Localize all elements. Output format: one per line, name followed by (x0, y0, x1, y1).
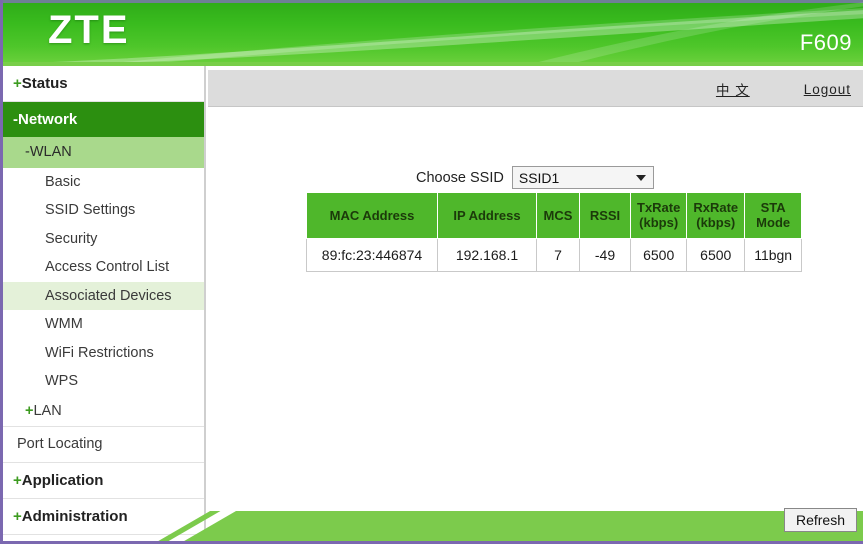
cell-ip-address: 192.168.1 (437, 237, 537, 272)
cell-sta-mode: 11bgn (744, 237, 803, 272)
column-header-ip-address: IP Address (437, 192, 537, 239)
sidebar-navigation: +Status -Network -WLAN Basic SSID Settin… (3, 66, 206, 542)
sidebar-item-security[interactable]: Security (3, 225, 204, 254)
cell-mac-address: 89:fc:23:446874 (306, 237, 438, 272)
sidebar-item-lan[interactable]: +LAN (3, 396, 204, 427)
choose-ssid-label: Choose SSID (416, 169, 504, 186)
language-switch-link[interactable]: 中 文 (716, 79, 750, 99)
header-line-1: RxRate (693, 200, 739, 215)
sidebar-item-help[interactable]: +Help (3, 535, 204, 542)
sidebar-item-label: Application (21, 471, 104, 489)
column-header-rxrate: RxRate (kbps) (686, 192, 746, 239)
header-line-1: RSSI (589, 207, 621, 223)
sidebar-item-label: Basic (45, 173, 81, 190)
page-header: ZTE F609 (3, 0, 863, 66)
column-header-sta-mode: STA Mode (744, 192, 803, 239)
refresh-button[interactable]: Refresh (783, 508, 857, 532)
sidebar-item-wps[interactable]: WPS (3, 367, 204, 396)
sidebar-item-status[interactable]: +Status (3, 66, 204, 102)
sidebar-item-label: Status (21, 75, 68, 92)
sidebar-item-label: Security (45, 230, 98, 247)
topbar-links: 中 文 Logout (716, 79, 851, 99)
sidebar-item-label: Port Locating (17, 436, 103, 452)
cell-rssi: -49 (579, 237, 631, 272)
column-header-rssi: RSSI (579, 192, 631, 239)
sidebar-item-label: Associated Devices (45, 287, 172, 304)
header-line-1: MAC Address (329, 207, 415, 223)
table-header-row: MAC Address IP Address MCS RSSI TxRate (… (306, 192, 803, 239)
header-line-1: IP Address (453, 207, 521, 223)
cell-txrate: 6500 (629, 237, 688, 272)
sidebar-item-associated-devices[interactable]: Associated Devices (3, 281, 204, 310)
table-body: 89:fc:23:446874 192.168.1 7 -49 6500 650… (306, 237, 803, 272)
ssid-chooser-row: Choose SSID SSID1 (416, 166, 654, 189)
sidebar-item-wlan[interactable]: -WLAN (3, 137, 204, 168)
sidebar-item-label: Administration (21, 507, 128, 525)
sidebar-item-wmm[interactable]: WMM (3, 310, 204, 339)
sidebar-item-label: LAN (33, 402, 62, 419)
header-swoosh-decoration (3, 2, 863, 66)
header-line-1: MCS (543, 207, 573, 223)
column-header-mcs: MCS (536, 192, 580, 239)
table-row: 89:fc:23:446874 192.168.1 7 -49 6500 650… (306, 237, 803, 272)
sidebar-item-wifi-restrictions[interactable]: WiFi Restrictions (3, 339, 204, 368)
table-head: MAC Address IP Address MCS RSSI TxRate (… (306, 192, 803, 239)
header-top-edge (3, 0, 863, 3)
sidebar-item-label: Access Control List (45, 259, 170, 275)
sidebar-item-application[interactable]: +Application (3, 463, 204, 499)
router-admin-window: ZTE F609 +Status -Network -WLAN Basic SS… (0, 0, 863, 544)
sidebar-item-label: WiFi Restrictions (45, 344, 154, 361)
column-header-txrate: TxRate (kbps) (629, 192, 688, 239)
header-line-1: STA (760, 200, 786, 215)
associated-devices-table-wrap: MAC Address IP Address MCS RSSI TxRate (… (306, 192, 803, 272)
ssid-select-dropdown[interactable]: SSID1 (511, 166, 654, 189)
header-line-2: (kbps) (639, 215, 679, 231)
header-line-2: (kbps) (696, 215, 736, 231)
associated-devices-table: MAC Address IP Address MCS RSSI TxRate (… (306, 192, 803, 272)
content-topbar: 中 文 Logout (208, 70, 863, 107)
sidebar-item-label: WMM (45, 316, 83, 332)
sidebar-item-administration[interactable]: +Administration (3, 499, 204, 535)
sidebar-item-access-control-list[interactable]: Access Control List (3, 253, 204, 282)
expand-plus-icon: + (13, 75, 22, 92)
logout-link[interactable]: Logout (804, 82, 851, 97)
expand-plus-icon: + (13, 507, 22, 525)
column-header-mac-address: MAC Address (306, 192, 438, 239)
sidebar-item-network[interactable]: -Network (3, 102, 204, 137)
chevron-down-icon (635, 174, 646, 181)
model-name: F609 (799, 30, 852, 55)
cell-rxrate: 6500 (686, 237, 746, 272)
sidebar-item-port-locating[interactable]: Port Locating (3, 427, 204, 463)
ssid-selected-value: SSID1 (518, 169, 560, 186)
header-line-2: Mode (756, 215, 791, 231)
zte-logo: ZTE (48, 8, 130, 52)
sidebar-item-label: WPS (45, 373, 79, 389)
main-content-area: 中 文 Logout Choose SSID SSID1 MAC Address (208, 66, 863, 541)
header-line-1: TxRate (637, 200, 681, 215)
expand-plus-icon: + (13, 471, 22, 489)
sidebar-item-ssid-settings[interactable]: SSID Settings (3, 196, 204, 225)
sidebar-item-label: SSID Settings (45, 202, 136, 218)
sidebar-item-label: WLAN (29, 144, 72, 160)
sidebar-item-label: Network (18, 111, 78, 128)
cell-mcs: 7 (536, 237, 580, 272)
sidebar-item-basic[interactable]: Basic (3, 168, 204, 197)
